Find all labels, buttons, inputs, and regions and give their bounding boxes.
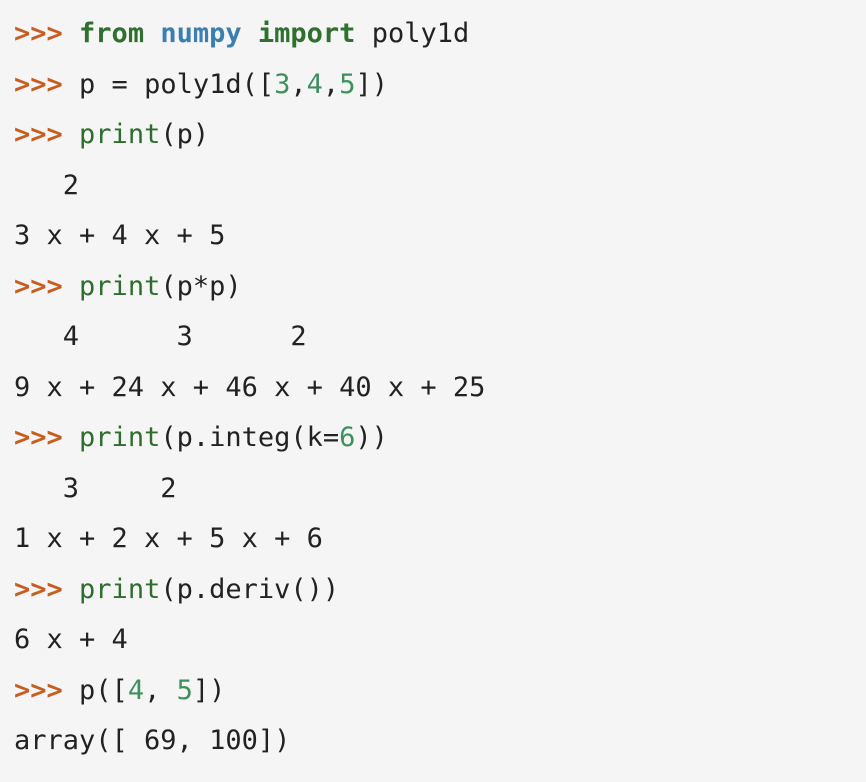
output-array-line: array([ 69, 100]) — [14, 725, 291, 756]
assignment-start: p = poly1d([ — [79, 68, 275, 100]
number-literal: 5 — [339, 68, 356, 100]
call-args: (p*p) — [160, 270, 242, 302]
output-polynomial-line: 9 x + 24 x + 46 x + 40 x + 25 — [14, 371, 486, 403]
number-literal: 5 — [176, 674, 193, 706]
comma: , — [290, 68, 307, 100]
output-polynomial-line: 6 x + 4 — [14, 624, 128, 655]
keyword-import: import — [257, 18, 356, 49]
output-exponents-line: 3 2 — [14, 472, 177, 504]
prompt: >>> — [14, 18, 63, 49]
prompt: >>> — [14, 674, 63, 706]
keyword-from: from — [79, 18, 145, 49]
number-literal: 3 — [274, 68, 291, 100]
code-line-6: >>> print(p*p) — [14, 265, 485, 316]
separator: , — [144, 674, 177, 706]
prompt: >>> — [14, 422, 63, 453]
module-name: numpy — [160, 18, 242, 49]
function-print: print — [79, 270, 161, 302]
code-line-3: >>> print(p) — [14, 113, 485, 164]
output-exponents-line: 4 3 2 — [14, 321, 307, 352]
imported-name: poly1d — [371, 18, 470, 49]
code-line-9: >>> print(p.integ(k=6)) — [14, 416, 485, 467]
prompt: >>> — [14, 573, 63, 605]
prompt: >>> — [14, 270, 63, 302]
code-line-12: >>> print(p.deriv()) — [14, 568, 485, 619]
comma: , — [322, 68, 340, 100]
call-args: (p.deriv()) — [160, 573, 340, 605]
number-literal: 6 — [339, 422, 356, 453]
call-args-start: (p.integ(k= — [160, 422, 340, 453]
number-literal: 4 — [127, 674, 145, 706]
number-literal: 4 — [306, 68, 323, 100]
code-line-14: >>> p([4, 5]) — [14, 669, 485, 720]
output-polynomial-line: 1 x + 2 x + 5 x + 6 — [14, 523, 323, 554]
prompt: >>> — [14, 68, 63, 100]
closing-brackets: ]) — [192, 674, 226, 706]
function-print: print — [79, 422, 161, 453]
prompt: >>> — [14, 119, 63, 150]
code-line-2: >>> p = poly1d([3,4,5]) — [14, 63, 485, 114]
call-args: (p) — [160, 119, 210, 150]
closing-brackets: ]) — [355, 68, 388, 100]
call-args-end: )) — [355, 422, 388, 453]
function-print: print — [79, 573, 161, 605]
output-exponents-line: 2 — [14, 169, 80, 201]
code-line-1: >>> from numpy import poly1d — [14, 12, 485, 63]
output-polynomial-line: 3 x + 4 x + 5 — [14, 220, 226, 251]
function-print: print — [79, 119, 161, 150]
python-console-snippet: >>> from numpy import poly1d >>> p = pol… — [14, 12, 485, 770]
call-start: p([ — [79, 674, 128, 706]
